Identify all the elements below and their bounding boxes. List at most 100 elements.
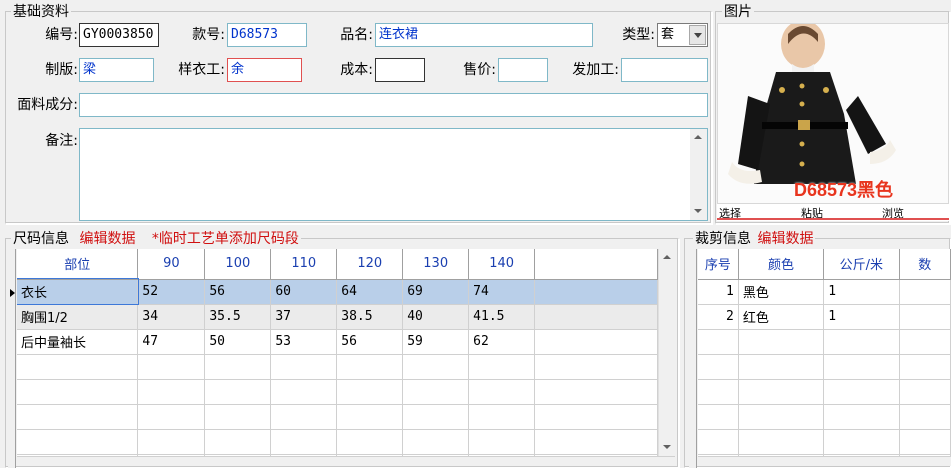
table-cell[interactable]: 52 xyxy=(137,279,206,305)
empty-cell xyxy=(402,354,470,380)
table-row[interactable]: 后中量袖长 47 50 53 56 59 62 xyxy=(17,329,658,355)
table-cell[interactable]: 56 xyxy=(204,279,272,305)
size-grid[interactable]: 部位 90 100 110 120 130 140 衣长 52 56 60 64 69 74 胸围1/2 3… xyxy=(17,249,658,456)
column-header[interactable]: 部位 xyxy=(17,249,139,280)
empty-row xyxy=(698,429,951,455)
column-header[interactable]: 140 xyxy=(468,249,536,280)
product-photo[interactable]: D68573黑色 xyxy=(717,23,949,204)
empty-cell xyxy=(17,404,139,430)
code-field[interactable]: GY0003850 xyxy=(79,23,159,47)
empty-cell xyxy=(738,404,825,430)
scroll-up-icon[interactable] xyxy=(659,250,675,266)
column-header[interactable]: 数 xyxy=(899,249,951,280)
table-cell[interactable]: 47 xyxy=(137,329,206,355)
empty-cell xyxy=(738,329,825,355)
table-row[interactable]: 衣长 52 56 60 64 69 74 xyxy=(17,278,658,305)
code-label: 编号: xyxy=(45,27,78,43)
sample-field[interactable]: 余 xyxy=(227,58,302,82)
column-header[interactable]: 公斤/米 xyxy=(823,249,900,280)
column-header[interactable]: 90 xyxy=(137,249,206,280)
table-cell[interactable] xyxy=(899,304,951,330)
type-select[interactable]: 套 xyxy=(657,23,708,47)
table-cell[interactable]: 69 xyxy=(402,279,470,305)
size-vscroll[interactable] xyxy=(658,249,675,456)
column-header[interactable]: 序号 xyxy=(698,249,739,280)
current-row-arrow-icon xyxy=(10,289,15,297)
table-cell[interactable]: 74 xyxy=(468,279,536,305)
chevron-down-icon[interactable] xyxy=(689,25,706,45)
empty-cell xyxy=(336,404,404,430)
name-field[interactable]: 连衣裙 xyxy=(375,23,593,47)
table-row[interactable]: 胸围1/2 34 35.5 37 38.5 40 41.5 xyxy=(17,304,658,330)
table-cell[interactable]: 62 xyxy=(468,329,536,355)
size-info-legend: 尺码信息 编辑数据 *临时工艺单添加尺码段 xyxy=(11,231,301,247)
table-cell[interactable]: 50 xyxy=(204,329,272,355)
cut-hscroll[interactable] xyxy=(698,456,951,466)
table-cell[interactable]: 1 xyxy=(823,279,900,305)
price-field[interactable] xyxy=(498,58,548,82)
empty-cell xyxy=(698,379,739,405)
column-header[interactable]: 100 xyxy=(204,249,272,280)
empty-row xyxy=(17,379,658,405)
column-header[interactable]: 颜色 xyxy=(738,249,825,280)
remark-scrollbar[interactable] xyxy=(690,129,707,220)
empty-row xyxy=(698,379,951,405)
empty-cell xyxy=(270,379,338,405)
scroll-down-icon[interactable] xyxy=(659,439,675,455)
remark-textarea[interactable] xyxy=(79,128,708,221)
cut-table: 序号 颜色 公斤/米数 1 黑色 1 2 红色 1 xyxy=(698,249,951,456)
pattern-field[interactable]: 梁 xyxy=(79,58,154,82)
fabric-field[interactable] xyxy=(79,93,708,117)
empty-cell xyxy=(534,354,658,380)
table-cell[interactable]: 41.5 xyxy=(468,304,536,330)
table-cell[interactable]: 56 xyxy=(336,329,404,355)
table-cell[interactable] xyxy=(899,279,951,305)
cut-info-title: 裁剪信息 xyxy=(695,231,751,247)
table-cell[interactable]: 后中量袖长 xyxy=(17,329,139,355)
column-header[interactable]: 110 xyxy=(270,249,338,280)
column-header[interactable]: 120 xyxy=(336,249,404,280)
empty-cell xyxy=(402,404,470,430)
empty-row xyxy=(17,429,658,455)
table-cell[interactable]: 40 xyxy=(402,304,470,330)
column-header[interactable]: 130 xyxy=(402,249,470,280)
empty-cell xyxy=(468,354,536,380)
cut-edit-link[interactable]: 编辑数据 xyxy=(757,231,813,247)
empty-cell xyxy=(823,429,900,455)
table-cell[interactable]: 1 xyxy=(698,279,739,305)
table-cell[interactable]: 胸围1/2 xyxy=(17,304,139,330)
table-cell[interactable]: 1 xyxy=(823,304,900,330)
table-cell[interactable]: 53 xyxy=(270,329,338,355)
table-cell-filler xyxy=(534,304,658,330)
table-cell[interactable]: 59 xyxy=(402,329,470,355)
scroll-down-icon[interactable] xyxy=(690,203,706,219)
cost-field[interactable] xyxy=(375,58,425,82)
scroll-up-icon[interactable] xyxy=(690,130,706,146)
table-cell[interactable]: 38.5 xyxy=(336,304,404,330)
table-cell[interactable]: 35.5 xyxy=(204,304,272,330)
type-label: 类型: xyxy=(622,27,655,43)
table-row[interactable]: 2 红色 1 xyxy=(698,304,951,330)
processor-field[interactable] xyxy=(621,58,708,82)
cut-grid[interactable]: 序号 颜色 公斤/米数 1 黑色 1 2 红色 1 xyxy=(698,249,951,456)
table-cell[interactable]: 60 xyxy=(270,279,338,305)
empty-cell xyxy=(468,429,536,455)
size-hscroll[interactable] xyxy=(17,456,675,466)
style-field[interactable]: D68573 xyxy=(227,23,307,47)
empty-cell xyxy=(899,429,951,455)
table-row[interactable]: 1 黑色 1 xyxy=(698,279,951,305)
table-cell[interactable]: 34 xyxy=(137,304,206,330)
table-cell[interactable]: 37 xyxy=(270,304,338,330)
empty-cell xyxy=(899,379,951,405)
cut-info-legend: 裁剪信息 编辑数据 xyxy=(693,231,816,247)
empty-cell xyxy=(899,404,951,430)
table-cell[interactable]: 64 xyxy=(336,279,404,305)
table-cell[interactable]: 红色 xyxy=(738,304,825,330)
photo-legend: 图片 xyxy=(722,4,754,20)
size-info-title: 尺码信息 xyxy=(13,231,69,247)
table-cell[interactable]: 黑色 xyxy=(738,279,825,305)
empty-cell xyxy=(137,404,206,430)
size-edit-link[interactable]: 编辑数据 xyxy=(79,231,135,247)
table-cell[interactable]: 衣长 xyxy=(17,278,139,305)
table-cell[interactable]: 2 xyxy=(698,304,739,330)
